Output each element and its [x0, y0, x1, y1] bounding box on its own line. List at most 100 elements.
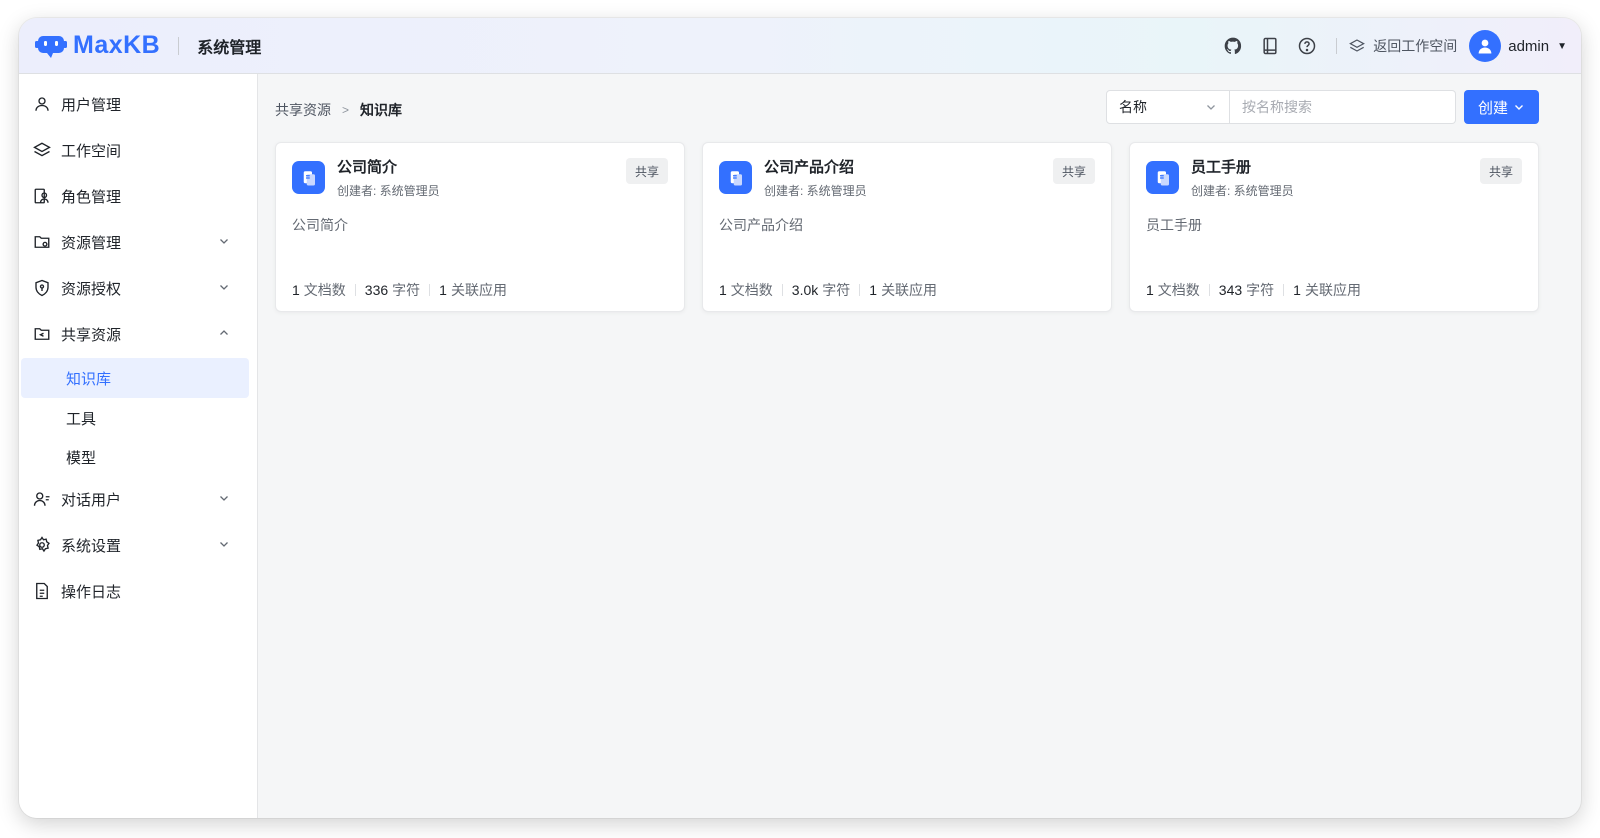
knowledge-card[interactable]: 员工手册 创建者: 系统管理员 共享 员工手册 1 文档数 343 字符 1 关联应用 — [1129, 142, 1539, 312]
doc-count: 1 — [719, 282, 727, 298]
knowledge-card[interactable]: 公司产品介绍 创建者: 系统管理员 共享 公司产品介绍 1 文档数 3.0k 字符 … — [702, 142, 1112, 312]
chevron-right-icon: > — [342, 103, 350, 117]
sidebar-item-chat-users[interactable]: 对话用户 — [19, 479, 258, 519]
chevron-up-icon — [220, 330, 228, 335]
search-field-value: 名称 — [1119, 99, 1147, 115]
chevron-down-icon — [1207, 105, 1215, 110]
chevron-down-icon — [1515, 105, 1523, 110]
sidebar-item-label: 资源授权 — [61, 280, 122, 298]
document-icon — [719, 161, 752, 194]
shared-badge: 共享 — [1052, 158, 1095, 184]
sidebar: 用户管理 工作空间 角色管理 资源管理 资源授权 共享资源 知识库 工具 模型 … — [19, 74, 258, 818]
sidebar-item-resource-authorization[interactable]: 资源授权 — [19, 268, 258, 308]
document-icon — [292, 161, 325, 194]
divider — [1336, 38, 1338, 54]
chevron-down-icon — [220, 496, 228, 501]
search-group: 名称 — [1106, 90, 1456, 124]
sidebar-subitem-tools[interactable]: 工具 — [21, 398, 249, 438]
char-count: 343 — [1218, 282, 1243, 298]
shared-badge: 共享 — [1479, 158, 1522, 184]
sidebar-item-label: 用户管理 — [61, 96, 122, 114]
card-stats: 1 文档数 3.0k 字符 1 关联应用 — [719, 280, 937, 300]
app-count-label: 关联应用 — [1304, 282, 1361, 298]
doc-count: 1 — [292, 282, 300, 298]
folder-gear-icon — [32, 232, 52, 252]
log-icon — [32, 581, 52, 601]
top-actions: 返回工作空间 admin ▼ — [1207, 18, 1567, 74]
sidebar-item-users[interactable]: 用户管理 — [19, 84, 258, 124]
search-field-select[interactable]: 名称 — [1106, 90, 1230, 124]
brand-name: MaxKB — [73, 31, 161, 59]
main-content: 共享资源 > 知识库 名称 创建 公司简介 创建者: 系统管理员 共享 公司简介 — [259, 74, 1581, 818]
user-avatar-icon — [1478, 39, 1492, 54]
card-description: 公司产品介绍 — [719, 217, 803, 233]
sidebar-item-system-settings[interactable]: 系统设置 — [19, 525, 258, 565]
divider — [178, 36, 180, 55]
card-stats: 1 文档数 336 字符 1 关联应用 — [292, 280, 507, 300]
folder-share-icon — [32, 324, 52, 344]
avatar[interactable] — [1469, 30, 1502, 62]
top-bar: MaxKB 系统管理 返回工作空间 admin ▼ — [19, 18, 1581, 74]
create-button[interactable]: 创建 — [1464, 90, 1539, 124]
sidebar-item-label: 操作日志 — [61, 583, 122, 601]
role-icon — [32, 186, 52, 206]
divider — [1208, 284, 1210, 296]
caret-down-icon[interactable]: ▼ — [1557, 41, 1567, 52]
sidebar-item-label: 对话用户 — [61, 491, 122, 509]
app-count-label: 关联应用 — [881, 282, 938, 298]
chat-user-icon — [32, 489, 52, 509]
section-title: 系统管理 — [197, 39, 262, 57]
sidebar-item-shared-resources[interactable]: 共享资源 — [19, 314, 258, 354]
char-count-label: 字符 — [392, 282, 421, 298]
card-stats: 1 文档数 343 字符 1 关联应用 — [1146, 280, 1361, 300]
char-count: 336 — [364, 282, 389, 298]
create-button-label: 创建 — [1477, 99, 1508, 117]
app-count-label: 关联应用 — [450, 282, 507, 298]
back-to-workspace-button[interactable]: 返回工作空间 — [1349, 36, 1457, 56]
sidebar-item-roles[interactable]: 角色管理 — [19, 176, 258, 216]
app-window: MaxKB 系统管理 返回工作空间 admin ▼ 用户管理 工作空间 角色管理… — [19, 18, 1581, 818]
sidebar-item-label: 共享资源 — [61, 326, 122, 344]
card-description: 员工手册 — [1146, 217, 1202, 233]
char-count: 3.0k — [791, 282, 819, 298]
divider — [859, 284, 861, 296]
chevron-down-icon — [220, 285, 228, 290]
card-creator: 创建者: 系统管理员 — [1191, 184, 1294, 198]
gear-icon — [32, 535, 52, 555]
doc-count: 1 — [1146, 282, 1154, 298]
knowledge-card[interactable]: 公司简介 创建者: 系统管理员 共享 公司简介 1 文档数 336 字符 1 关联应用 — [275, 142, 685, 312]
doc-count-label: 文档数 — [730, 282, 773, 298]
logo[interactable]: MaxKB — [35, 31, 160, 60]
breadcrumb-parent[interactable]: 共享资源 — [275, 100, 331, 120]
divider — [354, 284, 356, 296]
app-count: 1 — [439, 282, 447, 298]
app-count: 1 — [1293, 282, 1301, 298]
user-name[interactable]: admin — [1508, 38, 1549, 55]
shared-badge: 共享 — [625, 158, 668, 184]
sidebar-item-label: 工作空间 — [61, 142, 122, 160]
doc-count-label: 文档数 — [303, 282, 346, 298]
card-title: 公司产品介绍 — [764, 159, 855, 176]
char-count-label: 字符 — [1246, 282, 1275, 298]
sidebar-item-workspace[interactable]: 工作空间 — [19, 130, 258, 170]
app-count: 1 — [869, 282, 878, 298]
maxkb-logo-icon — [35, 35, 67, 58]
book-icon[interactable] — [1259, 35, 1281, 57]
doc-count-label: 文档数 — [1157, 282, 1200, 298]
sidebar-item-label: 系统设置 — [61, 537, 122, 555]
breadcrumb: 共享资源 > 知识库 — [275, 100, 402, 120]
layers-icon — [32, 140, 52, 160]
sidebar-item-resource-management[interactable]: 资源管理 — [19, 222, 258, 262]
sidebar-item-label: 资源管理 — [61, 234, 122, 252]
github-icon[interactable] — [1222, 35, 1244, 57]
sidebar-item-operation-log[interactable]: 操作日志 — [19, 571, 258, 611]
char-count-label: 字符 — [822, 282, 851, 298]
document-icon — [1146, 161, 1179, 194]
sidebar-subitem-knowledge-base[interactable]: 知识库 — [21, 358, 249, 398]
sidebar-subitem-models[interactable]: 模型 — [21, 437, 249, 477]
divider — [781, 284, 783, 296]
help-icon[interactable] — [1296, 35, 1318, 57]
user-icon — [32, 94, 52, 114]
card-title: 员工手册 — [1191, 159, 1252, 176]
search-input[interactable] — [1230, 90, 1456, 124]
